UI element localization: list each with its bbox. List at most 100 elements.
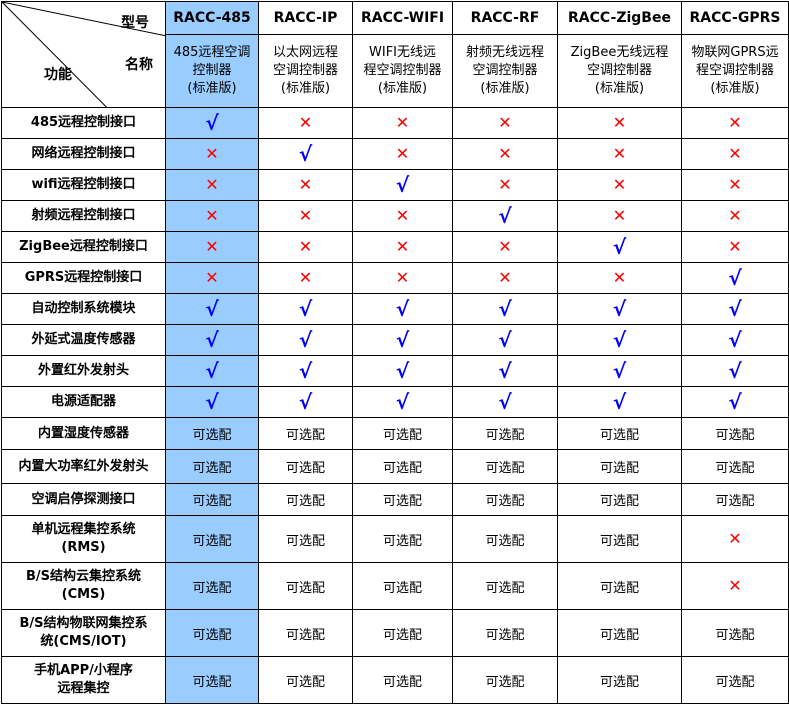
feature-cell: √ bbox=[352, 293, 453, 325]
cross-icon: ✕ bbox=[205, 174, 219, 194]
feature-cell: ✕ bbox=[452, 138, 558, 170]
feature-cell: ✕ bbox=[681, 515, 789, 563]
feature-row: 内置大功率红外发射头 可选配 可选配 可选配 可选配 可选配 可选配 bbox=[1, 449, 789, 484]
feature-cell: ✕ bbox=[557, 169, 682, 201]
feature-label-line: 单机远程集控系统 bbox=[31, 522, 136, 537]
feature-cell: 可选配 bbox=[557, 483, 682, 516]
feature-cell: ✕ bbox=[681, 169, 789, 201]
cross-icon: ✕ bbox=[612, 205, 627, 225]
product-name-line: 空调控制器 bbox=[586, 63, 652, 78]
feature-cell: √ bbox=[352, 324, 453, 356]
optional-text: 可选配 bbox=[382, 627, 422, 643]
cross-icon: ✕ bbox=[298, 267, 313, 287]
feature-cell: √ bbox=[557, 386, 682, 418]
product-name-2: 以太网远程 空调控制器 (标准版) bbox=[258, 34, 353, 108]
optional-text: 可选配 bbox=[485, 580, 525, 596]
feature-cell: 可选配 bbox=[165, 483, 259, 516]
cross-icon: ✕ bbox=[205, 143, 219, 163]
optional-text: 可选配 bbox=[192, 627, 232, 643]
feature-row: B/S结构云集控系统 (CMS) 可选配 可选配 可选配 可选配 可选配 ✕ bbox=[1, 562, 789, 610]
cross-icon: ✕ bbox=[498, 112, 512, 132]
feature-row: 空调启停探测接口 可选配 可选配 可选配 可选配 可选配 可选配 bbox=[1, 483, 789, 516]
feature-label: B/S结构物联网集控系 统(CMS/IOT) bbox=[1, 609, 166, 657]
optional-text: 可选配 bbox=[192, 580, 232, 596]
feature-cell: 可选配 bbox=[557, 656, 682, 704]
optional-text: 可选配 bbox=[192, 494, 232, 509]
optional-text: 可选配 bbox=[599, 428, 639, 443]
cross-icon: ✕ bbox=[395, 236, 410, 256]
feature-row: 射频远程控制接口 ✕ ✕ ✕ √ ✕ ✕ bbox=[1, 200, 789, 232]
cross-icon: ✕ bbox=[395, 112, 410, 132]
check-icon: √ bbox=[612, 296, 627, 321]
optional-text: 可选配 bbox=[715, 627, 755, 643]
cross-icon: ✕ bbox=[728, 112, 742, 132]
feature-cell: 可选配 bbox=[452, 609, 558, 657]
feature-label: GPRS远程控制接口 bbox=[1, 262, 166, 294]
cross-icon: ✕ bbox=[612, 112, 627, 132]
feature-label-line: 空调启停探测接口 bbox=[31, 491, 136, 507]
feature-cell: 可选配 bbox=[557, 562, 682, 610]
feature-row: GPRS远程控制接口 ✕ ✕ ✕ ✕ ✕ √ bbox=[1, 262, 789, 294]
feature-cell: ✕ bbox=[681, 231, 789, 263]
check-icon: √ bbox=[298, 141, 313, 166]
feature-row: 手机APP/小程序 远程集控 可选配 可选配 可选配 可选配 可选配 可选配 bbox=[1, 656, 789, 704]
feature-cell: 可选配 bbox=[258, 417, 353, 450]
feature-cell: 可选配 bbox=[681, 609, 789, 657]
optional-text: 可选配 bbox=[599, 533, 639, 549]
optional-text: 可选配 bbox=[285, 494, 325, 509]
check-icon: √ bbox=[395, 389, 410, 414]
product-name-6: 物联网GPRS远 程空调控制器 (标准版) bbox=[681, 34, 789, 108]
check-icon: √ bbox=[205, 358, 219, 383]
model-header-6: RACC-GPRS bbox=[681, 1, 789, 35]
cross-icon: ✕ bbox=[612, 174, 627, 194]
feature-cell: ✕ bbox=[165, 231, 259, 263]
optional-text: 可选配 bbox=[285, 674, 325, 690]
product-name-1: 485远程空调 控制器 (标准版) bbox=[165, 34, 259, 108]
feature-cell: √ bbox=[258, 386, 353, 418]
feature-cell: √ bbox=[352, 386, 453, 418]
feature-cell: √ bbox=[452, 386, 558, 418]
feature-cell: 可选配 bbox=[452, 417, 558, 450]
feature-label: 射频远程控制接口 bbox=[1, 200, 166, 232]
feature-label-line: (RMS) bbox=[61, 540, 106, 555]
feature-label: 外置红外发射头 bbox=[1, 355, 166, 387]
optional-text: 可选配 bbox=[285, 580, 325, 596]
optional-text: 可选配 bbox=[599, 580, 639, 596]
feature-cell: √ bbox=[681, 355, 789, 387]
cross-icon: ✕ bbox=[728, 575, 742, 595]
product-name-line: (标准版) bbox=[377, 81, 428, 96]
feature-label-line: 远程集控 bbox=[57, 681, 110, 696]
feature-row: wifi远程控制接口 ✕ ✕ √ ✕ ✕ ✕ bbox=[1, 169, 789, 201]
feature-cell: ✕ bbox=[452, 169, 558, 201]
optional-text: 可选配 bbox=[382, 494, 422, 509]
check-icon: √ bbox=[612, 358, 627, 383]
cross-icon: ✕ bbox=[728, 528, 742, 548]
product-name-line: 控制器 bbox=[192, 63, 232, 78]
feature-cell: 可选配 bbox=[452, 483, 558, 516]
check-icon: √ bbox=[205, 110, 219, 135]
feature-cell: 可选配 bbox=[165, 609, 259, 657]
header-corner-cell: 型号 名称 功能 bbox=[1, 1, 166, 108]
model-header-5: RACC-ZigBee bbox=[557, 1, 682, 35]
cross-icon: ✕ bbox=[498, 143, 512, 163]
feature-cell: 可选配 bbox=[557, 515, 682, 563]
feature-label-line: 射频远程控制接口 bbox=[31, 208, 136, 223]
feature-label-line: B/S结构物联网集控系 bbox=[19, 616, 148, 631]
product-name-line: ZigBee无线远程 bbox=[570, 45, 669, 60]
cross-icon: ✕ bbox=[298, 205, 313, 225]
feature-cell: √ bbox=[452, 200, 558, 232]
product-name-4: 射频无线远程 空调控制器 (标准版) bbox=[452, 34, 558, 108]
feature-cell: 可选配 bbox=[557, 417, 682, 450]
feature-cell: ✕ bbox=[258, 169, 353, 201]
feature-cell: 可选配 bbox=[258, 656, 353, 704]
feature-cell: √ bbox=[258, 138, 353, 170]
feature-cell: 可选配 bbox=[258, 609, 353, 657]
feature-cell: 可选配 bbox=[681, 483, 789, 516]
feature-cell: ✕ bbox=[258, 107, 353, 139]
feature-label-line: 网络远程控制接口 bbox=[31, 146, 136, 161]
optional-text: 可选配 bbox=[485, 494, 525, 509]
check-icon: √ bbox=[205, 389, 219, 414]
optional-text: 可选配 bbox=[485, 428, 525, 443]
cross-icon: ✕ bbox=[728, 205, 742, 225]
feature-label-line: 外置红外发射头 bbox=[37, 363, 129, 378]
